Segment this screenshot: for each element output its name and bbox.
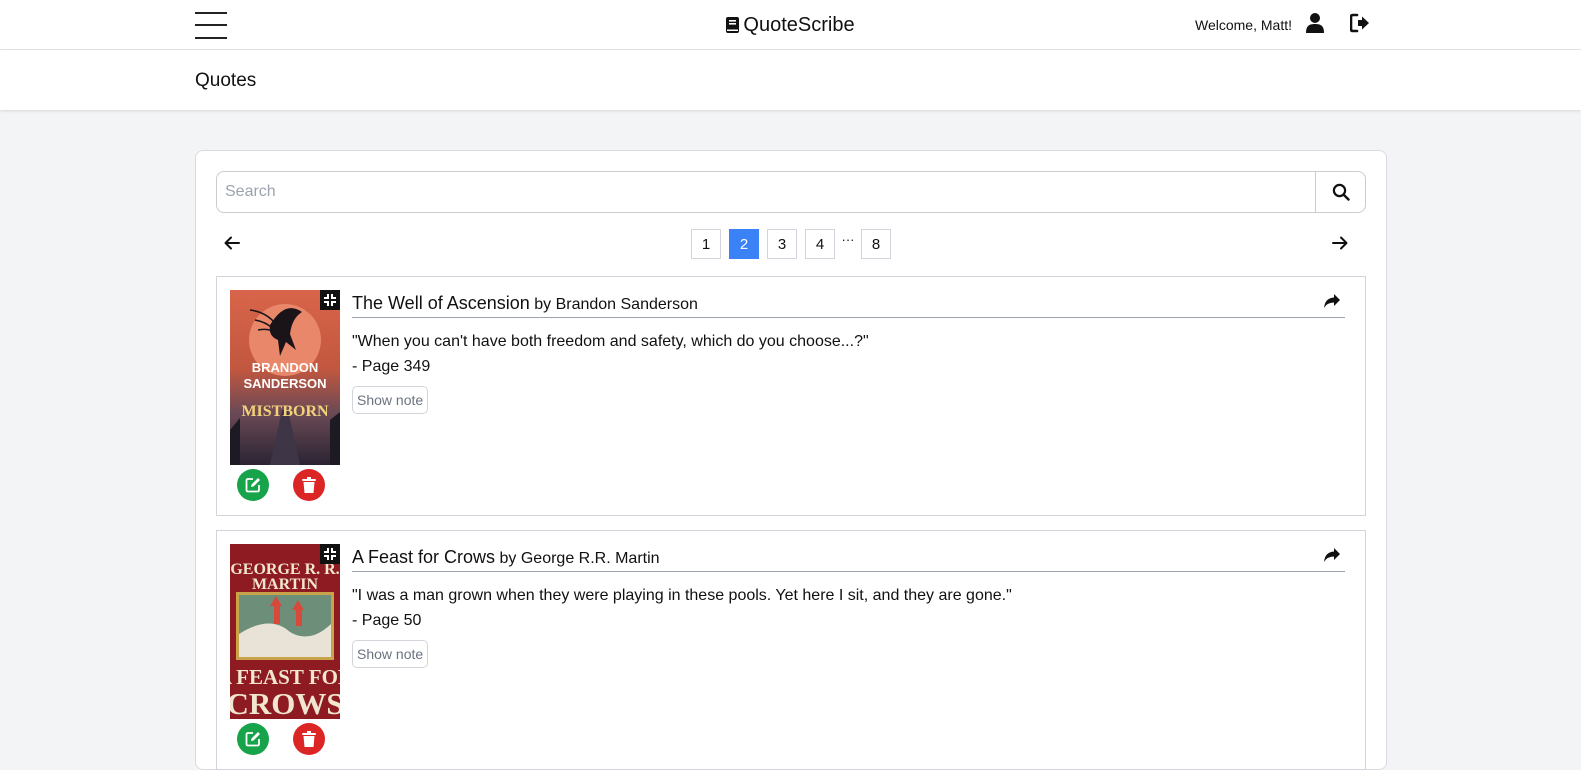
- search-icon: [1332, 183, 1350, 201]
- search-bar: [216, 171, 1366, 213]
- edit-icon: [245, 478, 260, 493]
- trash-icon: [302, 731, 316, 747]
- page-button-3[interactable]: 3: [767, 229, 797, 259]
- book-icon: [726, 17, 740, 33]
- edit-icon: [245, 732, 260, 747]
- collapse-icon[interactable]: [320, 290, 340, 310]
- page-button-4[interactable]: 4: [805, 229, 835, 259]
- page-button-8[interactable]: 8: [861, 229, 891, 259]
- quote-text: "When you can't have both freedom and sa…: [352, 333, 869, 350]
- show-note-button[interactable]: Show note: [352, 640, 429, 668]
- edit-button[interactable]: [237, 723, 269, 755]
- book-title[interactable]: The Well of Ascension: [352, 293, 530, 313]
- quote-heading: A Feast for Crows by George R.R. Martin: [352, 547, 1345, 572]
- quote-page: - Page 50: [352, 612, 422, 629]
- user-icon[interactable]: [1306, 13, 1324, 38]
- top-navbar: QuoteScribe Welcome, Matt!: [0, 0, 1581, 50]
- quote-card: BRANDON SANDERSON MISTBORN The Well of A…: [216, 276, 1366, 516]
- book-cover: GEORGE R. R. MARTIN A FEAST FOR CROWS: [230, 544, 340, 719]
- quote-heading: The Well of Ascension by Brandon Sanders…: [352, 293, 1345, 318]
- cover-text: MARTIN: [252, 576, 319, 593]
- welcome-text: Welcome, Matt!: [1195, 17, 1292, 33]
- quote-card: GEORGE R. R. MARTIN A FEAST FOR CROWS: [216, 530, 1366, 770]
- book-cover: BRANDON SANDERSON MISTBORN: [230, 290, 340, 465]
- quote-page: - Page 349: [352, 358, 431, 375]
- search-input[interactable]: [217, 172, 1307, 212]
- search-button[interactable]: [1315, 172, 1365, 212]
- logout-icon[interactable]: [1349, 13, 1370, 38]
- trash-icon: [302, 477, 316, 493]
- show-note-button[interactable]: Show note: [352, 386, 429, 414]
- page-header: Quotes: [0, 50, 1581, 110]
- cover-text: BRANDON: [252, 360, 318, 375]
- book-author: by George R.R. Martin: [499, 550, 660, 567]
- page-title: Quotes: [195, 70, 257, 91]
- page-button-2-current[interactable]: 2: [729, 229, 759, 259]
- share-icon[interactable]: [1323, 293, 1341, 314]
- pagination: 1 2 3 4 ··· 8: [196, 229, 1386, 259]
- edit-button[interactable]: [237, 469, 269, 501]
- delete-button[interactable]: [293, 469, 325, 501]
- brand-name: QuoteScribe: [743, 14, 855, 36]
- cover-text: CROWS: [230, 686, 340, 719]
- next-page-arrow-icon[interactable]: [1332, 235, 1348, 256]
- collapse-icon[interactable]: [320, 544, 340, 564]
- pagination-ellipsis: ···: [841, 232, 855, 247]
- page-button-1[interactable]: 1: [691, 229, 721, 259]
- cover-text: MISTBORN: [241, 403, 329, 420]
- cover-text: SANDERSON: [243, 376, 326, 391]
- book-title[interactable]: A Feast for Crows: [352, 547, 495, 567]
- delete-button[interactable]: [293, 723, 325, 755]
- brand-logo[interactable]: QuoteScribe: [0, 14, 1581, 37]
- book-author: by Brandon Sanderson: [534, 296, 698, 313]
- quotes-panel: 1 2 3 4 ··· 8: [195, 150, 1387, 770]
- quote-text: "I was a man grown when they were playin…: [352, 587, 1012, 604]
- share-icon[interactable]: [1323, 547, 1341, 568]
